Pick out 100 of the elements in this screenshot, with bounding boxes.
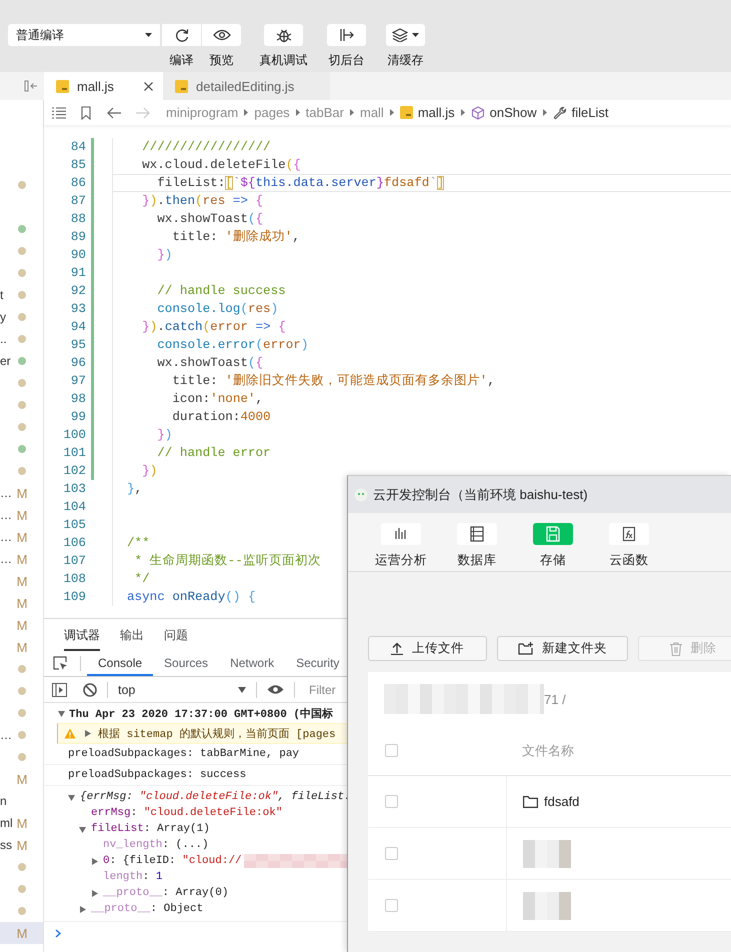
status-label: M (16, 640, 28, 654)
disclosure-triangle-icon[interactable] (84, 730, 91, 737)
column-header: 文件名称 (522, 742, 574, 760)
redaction-blur (523, 892, 571, 920)
context-select[interactable]: top (118, 682, 246, 696)
caret-icon (238, 686, 246, 692)
file-tree-item[interactable]: n (0, 790, 43, 812)
breadcrumb-item[interactable]: onShow (470, 105, 537, 120)
folder-icon (523, 796, 538, 808)
action-button[interactable]: 新建文件夹 (497, 636, 628, 661)
console-property: __proto__: Array(0) (103, 887, 228, 899)
disclosure-triangle-icon[interactable] (58, 710, 65, 716)
code-line: title: '删除成功', (171, 230, 300, 244)
file-tree-item[interactable]: … (0, 724, 43, 746)
line-number: 101 (62, 445, 86, 462)
nav-tab[interactable]: 数据库 (439, 513, 515, 571)
list-icon[interactable] (52, 106, 66, 118)
forward-arrow-icon[interactable] (136, 106, 150, 118)
breadcrumb-item[interactable]: mall.js (400, 105, 455, 120)
js-file-icon (175, 80, 188, 92)
breadcrumb-item[interactable]: fileList (552, 105, 609, 120)
devtools-tab[interactable]: Network (219, 651, 286, 676)
js-file-icon (400, 106, 413, 119)
file-tree-item[interactable]: y (0, 306, 43, 328)
code-line: }).then(res => { (141, 194, 264, 208)
line-number: 94 (70, 319, 86, 336)
status-label: M (16, 596, 28, 610)
code-line: }, (127, 482, 142, 496)
console-property: 0: {fileID: "cloud:// (103, 855, 242, 867)
devtools-tab[interactable]: Console (87, 651, 154, 676)
file-tree-item[interactable]: t (0, 284, 43, 306)
close-icon[interactable] (144, 82, 153, 90)
clear-console-icon[interactable] (83, 682, 97, 696)
line-number: 87 (70, 193, 86, 210)
line-number: 100 (62, 427, 86, 444)
disclosure-triangle-icon[interactable] (91, 858, 98, 864)
background-button[interactable] (327, 24, 366, 46)
bug-icon (276, 27, 292, 43)
checkbox[interactable] (385, 899, 398, 912)
disclosure-triangle-icon[interactable] (91, 890, 98, 896)
bar-chart-icon (381, 523, 421, 545)
panel-tab[interactable]: 输出 (120, 619, 144, 651)
line-number: 90 (70, 247, 86, 264)
code-line: // handle success (156, 284, 286, 298)
line-number: 84 (70, 139, 86, 156)
checkbox[interactable] (385, 847, 398, 860)
panel-tab[interactable]: 问题 (164, 619, 188, 651)
nav-tab[interactable]: 运营分析 (363, 513, 439, 571)
table-icon (457, 523, 497, 545)
app-icon (354, 488, 368, 502)
code-line: }).catch(error => { (141, 320, 286, 334)
nav-tab[interactable]: 存储 (515, 513, 591, 571)
sidebar-panel-icon[interactable] (52, 682, 67, 696)
button-label: 编译 (170, 52, 194, 69)
inspect-element-icon[interactable] (53, 656, 68, 671)
bookmark-icon[interactable] (81, 106, 91, 120)
devtools-tab[interactable]: Security (285, 651, 350, 676)
preview-button[interactable] (202, 24, 241, 46)
file-tree-item[interactable]: .. (0, 328, 43, 350)
file-tree-item[interactable]: ml M (0, 812, 43, 834)
back-arrow-icon[interactable] (107, 106, 121, 118)
cube-icon (470, 106, 485, 120)
caret-icon (145, 33, 152, 37)
window-title: 云开发控制台（当前环境 baishu-test) (373, 486, 588, 504)
button-label: 真机调试 (260, 52, 308, 69)
code-line: duration:4000 (171, 410, 271, 424)
code-line: /** (127, 536, 150, 550)
status-label: M (16, 508, 28, 522)
sidebar-toggle-icon[interactable] (24, 80, 38, 92)
line-number: 109 (62, 589, 86, 606)
console-property: nv_length: (...) (103, 839, 209, 851)
disclosure-triangle-icon[interactable] (79, 906, 86, 912)
panel-tab[interactable]: 调试器 (64, 619, 100, 651)
file-tree-item[interactable]: … M (0, 504, 43, 526)
checkbox[interactable] (385, 795, 398, 808)
file-tree-item[interactable]: … M (0, 526, 43, 548)
line-number: 102 (62, 463, 86, 480)
editor-tab[interactable]: mall.js (44, 72, 163, 100)
code-line: }) (156, 248, 172, 262)
file-tree-item[interactable]: er (0, 350, 43, 372)
chevron-icon (460, 109, 465, 116)
file-tree-item[interactable]: … M (0, 548, 43, 570)
device-debug-button[interactable] (264, 24, 303, 46)
compile-mode-select[interactable]: 普通编译 (8, 24, 160, 46)
nav-tab[interactable]: 云函数 (591, 513, 667, 571)
line-number: 108 (62, 571, 86, 588)
file-tree-item[interactable]: … M (0, 482, 43, 504)
devtools-tab[interactable]: Sources (153, 651, 220, 676)
editor-tab[interactable]: detailedEditing.js (163, 72, 330, 100)
clear-cache-button[interactable] (386, 24, 425, 46)
eye-icon[interactable] (267, 684, 284, 695)
disclosure-triangle-icon[interactable] (68, 794, 75, 800)
action-button[interactable]: 上传文件 (368, 636, 487, 661)
disclosure-triangle-icon[interactable] (79, 826, 86, 832)
checkbox[interactable] (385, 744, 398, 757)
refresh-icon (174, 27, 190, 43)
compile-button[interactable] (162, 24, 201, 46)
code-line: fileList:[`${this.data.server}fdsafd`] (156, 176, 444, 190)
code-line: // handle error (156, 446, 271, 460)
file-tree-item[interactable]: ss M (0, 834, 43, 856)
